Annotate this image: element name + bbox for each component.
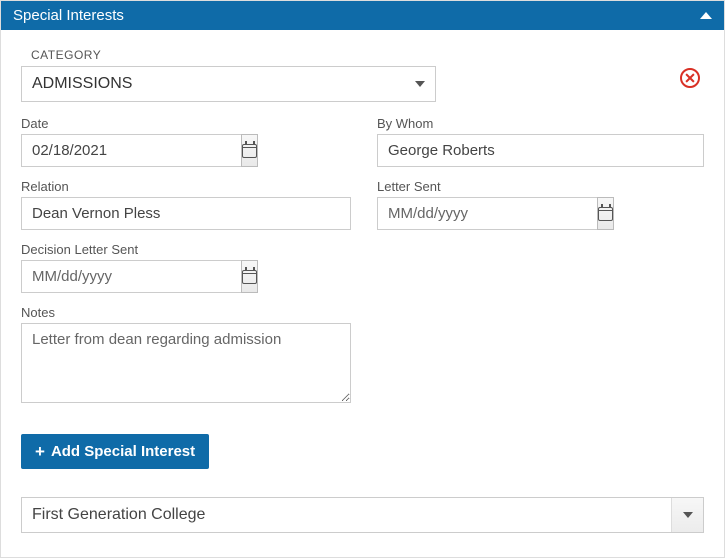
- chevron-down-icon: [415, 81, 425, 87]
- panel-title: Special Interests: [13, 7, 124, 24]
- category-row: ADMISSIONS: [21, 66, 704, 102]
- notes-field: Notes: [21, 305, 351, 406]
- panel-body: CATEGORY ADMISSIONS Date: [1, 30, 724, 557]
- plus-icon: +: [35, 443, 45, 460]
- fields-grid: Date By Whom Relation Letter Sent: [21, 116, 704, 406]
- category-dropdown-button[interactable]: [404, 66, 436, 102]
- date-picker-button[interactable]: [241, 134, 258, 167]
- decisionletter-group: [21, 260, 191, 293]
- notes-textarea[interactable]: [21, 323, 351, 403]
- lettersent-label: Letter Sent: [377, 179, 704, 194]
- calendar-icon: [242, 270, 257, 284]
- bywhom-field: By Whom: [377, 116, 704, 167]
- remove-icon[interactable]: [680, 68, 700, 88]
- lettersent-input[interactable]: [377, 197, 597, 230]
- panel-header[interactable]: Special Interests: [1, 1, 724, 30]
- bywhom-label: By Whom: [377, 116, 704, 131]
- lettersent-picker-button[interactable]: [597, 197, 614, 230]
- date-input[interactable]: [21, 134, 241, 167]
- add-button-label: Add Special Interest: [51, 443, 195, 460]
- decisionletter-label: Decision Letter Sent: [21, 242, 351, 257]
- calendar-icon: [242, 144, 257, 158]
- lettersent-group: [377, 197, 547, 230]
- notes-label: Notes: [21, 305, 351, 320]
- bottom-select-value: First Generation College: [22, 498, 703, 532]
- category-select[interactable]: ADMISSIONS: [21, 66, 436, 102]
- bottom-select[interactable]: First Generation College: [21, 497, 704, 533]
- decisionletter-field: Decision Letter Sent: [21, 242, 351, 293]
- category-label: CATEGORY: [31, 48, 704, 62]
- bottom-dropdown-button[interactable]: [671, 498, 703, 532]
- chevron-down-icon: [683, 512, 693, 518]
- category-value: ADMISSIONS: [21, 66, 436, 102]
- special-interests-panel: Special Interests CATEGORY ADMISSIONS Da…: [0, 0, 725, 558]
- collapse-caret-icon: [700, 12, 712, 19]
- relation-input[interactable]: [21, 197, 351, 230]
- date-label: Date: [21, 116, 351, 131]
- date-field: Date: [21, 116, 351, 167]
- date-group: [21, 134, 191, 167]
- relation-field: Relation: [21, 179, 351, 230]
- decisionletter-input[interactable]: [21, 260, 241, 293]
- decisionletter-picker-button[interactable]: [241, 260, 258, 293]
- bywhom-input[interactable]: [377, 134, 704, 167]
- add-special-interest-button[interactable]: + Add Special Interest: [21, 434, 209, 469]
- remove-wrap: [680, 68, 700, 88]
- calendar-icon: [598, 207, 613, 221]
- relation-label: Relation: [21, 179, 351, 194]
- lettersent-field: Letter Sent: [377, 179, 704, 230]
